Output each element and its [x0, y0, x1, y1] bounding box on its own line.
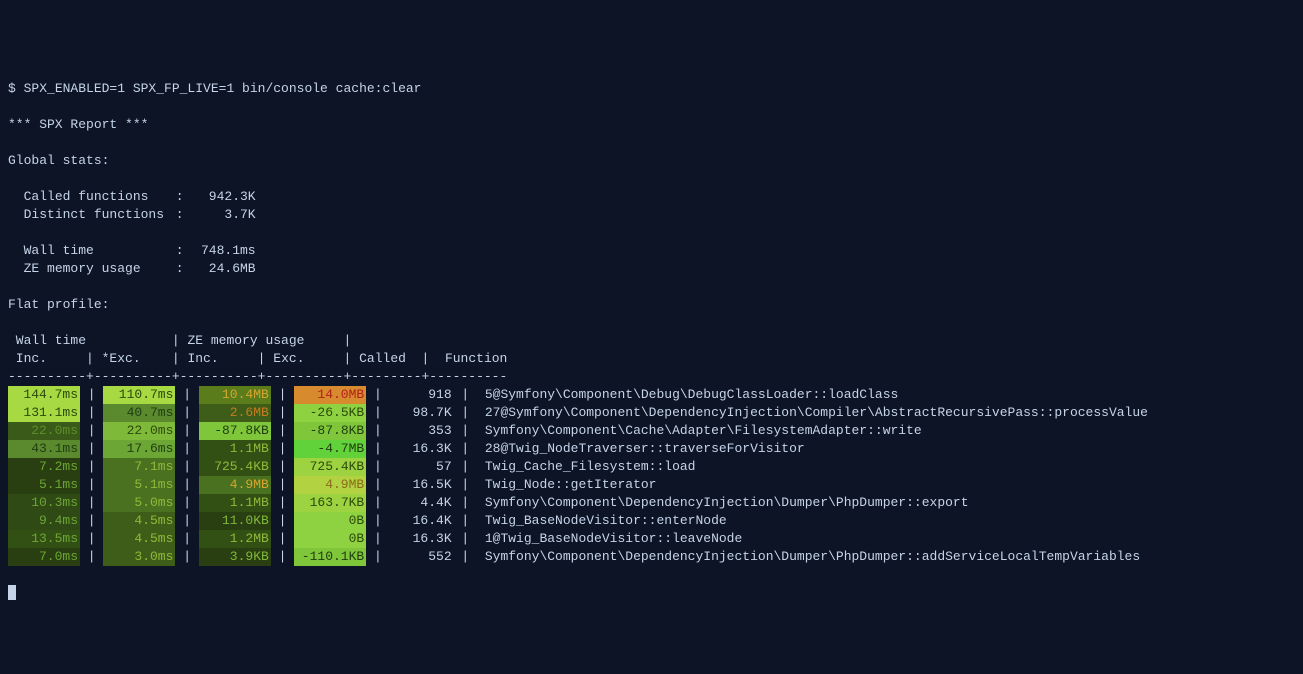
cell-called: 57 [390, 458, 454, 476]
cell-inc: 43.1ms [8, 440, 80, 458]
cell-function: 28@Twig_NodeTraverser::traverseForVisito… [485, 441, 805, 456]
cell-minc: -87.8KB [199, 422, 271, 440]
cell-called: 16.3K [390, 530, 454, 548]
prompt-symbol: $ [8, 81, 24, 96]
cell-mexc: -110.1KB [294, 548, 366, 566]
cell-called: 98.7K [390, 404, 454, 422]
divider: ----------+----------+----------+-------… [8, 369, 507, 384]
cell-function: 27@Symfony\Component\DependencyInjection… [485, 405, 1148, 420]
cell-called: 16.5K [390, 476, 454, 494]
cell-exc: 4.5ms [103, 512, 175, 530]
table-row: 9.4ms | 4.5ms | 11.0KB | 0B | 16.4K | Tw… [8, 512, 1295, 530]
cell-mexc: 14.0MB [294, 386, 366, 404]
cell-minc: 1.2MB [199, 530, 271, 548]
table-row: 144.7ms | 110.7ms | 10.4MB | 14.0MB | 91… [8, 386, 1295, 404]
cell-function: Twig_Node::getIterator [485, 477, 657, 492]
cell-function: 1@Twig_BaseNodeVisitor::leaveNode [485, 531, 742, 546]
report-title: *** SPX Report *** [8, 117, 148, 132]
table-row: 13.5ms | 4.5ms | 1.2MB | 0B | 16.3K | 1@… [8, 530, 1295, 548]
cell-inc: 144.7ms [8, 386, 80, 404]
stat-called-fn-value: 942.3K [184, 188, 256, 206]
cell-inc: 10.3ms [8, 494, 80, 512]
cell-minc: 10.4MB [199, 386, 271, 404]
cell-called: 353 [390, 422, 454, 440]
cell-mexc: -87.8KB [294, 422, 366, 440]
cell-mexc: -4.7MB [294, 440, 366, 458]
table-row: 10.3ms | 5.0ms | 1.1MB | 163.7KB | 4.4K … [8, 494, 1295, 512]
table-row: 7.2ms | 7.1ms | 725.4KB | 725.4KB | 57 |… [8, 458, 1295, 476]
cell-minc: 1.1MB [199, 440, 271, 458]
flat-profile-heading: Flat profile: [8, 297, 109, 312]
command-text: SPX_ENABLED=1 SPX_FP_LIVE=1 bin/console … [24, 81, 422, 96]
stat-distinct-fn-value: 3.7K [184, 206, 256, 224]
cell-mexc: 0B [294, 512, 366, 530]
cell-mexc: -26.5KB [294, 404, 366, 422]
table-row: 7.0ms | 3.0ms | 3.9KB | -110.1KB | 552 |… [8, 548, 1295, 566]
cursor [8, 585, 16, 600]
cell-inc: 131.1ms [8, 404, 80, 422]
cell-called: 552 [390, 548, 454, 566]
stat-walltime-value: 748.1ms [184, 242, 256, 260]
cell-minc: 725.4KB [199, 458, 271, 476]
table-row: 43.1ms | 17.6ms | 1.1MB | -4.7MB | 16.3K… [8, 440, 1295, 458]
terminal-output: $ SPX_ENABLED=1 SPX_FP_LIVE=1 bin/consol… [8, 62, 1295, 602]
cell-exc: 110.7ms [103, 386, 175, 404]
cell-exc: 5.1ms [103, 476, 175, 494]
table-row: 22.0ms | 22.0ms | -87.8KB | -87.8KB | 35… [8, 422, 1295, 440]
cell-function: Twig_BaseNodeVisitor::enterNode [485, 513, 727, 528]
cell-minc: 3.9KB [199, 548, 271, 566]
header-row-1: Wall time | ZE memory usage | [8, 333, 351, 348]
cell-minc: 1.1MB [199, 494, 271, 512]
cell-function: 5@Symfony\Component\Debug\DebugClassLoad… [485, 387, 898, 402]
table-row: 5.1ms | 5.1ms | 4.9MB | 4.9MB | 16.5K | … [8, 476, 1295, 494]
cell-called: 4.4K [390, 494, 454, 512]
global-stats-heading: Global stats: [8, 153, 109, 168]
cell-mexc: 163.7KB [294, 494, 366, 512]
cell-mexc: 4.9MB [294, 476, 366, 494]
cell-inc: 22.0ms [8, 422, 80, 440]
cell-exc: 40.7ms [103, 404, 175, 422]
cell-function: Symfony\Component\DependencyInjection\Du… [485, 495, 969, 510]
cell-inc: 7.2ms [8, 458, 80, 476]
cell-minc: 4.9MB [199, 476, 271, 494]
cell-exc: 5.0ms [103, 494, 175, 512]
cell-inc: 9.4ms [8, 512, 80, 530]
stat-walltime-label: Wall time [24, 242, 176, 260]
header-row-2: Inc. | *Exc. | Inc. | Exc. | Called | Fu… [8, 351, 507, 366]
cell-inc: 7.0ms [8, 548, 80, 566]
cell-called: 16.3K [390, 440, 454, 458]
stat-zemem-label: ZE memory usage [24, 260, 176, 278]
stat-distinct-fn-label: Distinct functions [24, 206, 176, 224]
cell-called: 16.4K [390, 512, 454, 530]
cell-function: Symfony\Component\Cache\Adapter\Filesyst… [485, 423, 922, 438]
cell-mexc: 725.4KB [294, 458, 366, 476]
cell-function: Symfony\Component\DependencyInjection\Du… [485, 549, 1140, 564]
cell-exc: 4.5ms [103, 530, 175, 548]
cell-exc: 22.0ms [103, 422, 175, 440]
profile-table-body: 144.7ms | 110.7ms | 10.4MB | 14.0MB | 91… [8, 386, 1295, 566]
cell-minc: 11.0KB [199, 512, 271, 530]
stat-called-fn-label: Called functions [24, 188, 176, 206]
cell-minc: 2.6MB [199, 404, 271, 422]
cell-inc: 13.5ms [8, 530, 80, 548]
cell-exc: 7.1ms [103, 458, 175, 476]
cell-mexc: 0B [294, 530, 366, 548]
cell-called: 918 [390, 386, 454, 404]
stat-zemem-value: 24.6MB [184, 260, 256, 278]
cell-exc: 3.0ms [103, 548, 175, 566]
prompt-line: $ SPX_ENABLED=1 SPX_FP_LIVE=1 bin/consol… [8, 81, 421, 96]
cell-inc: 5.1ms [8, 476, 80, 494]
cell-function: Twig_Cache_Filesystem::load [485, 459, 696, 474]
table-row: 131.1ms | 40.7ms | 2.6MB | -26.5KB | 98.… [8, 404, 1295, 422]
cell-exc: 17.6ms [103, 440, 175, 458]
